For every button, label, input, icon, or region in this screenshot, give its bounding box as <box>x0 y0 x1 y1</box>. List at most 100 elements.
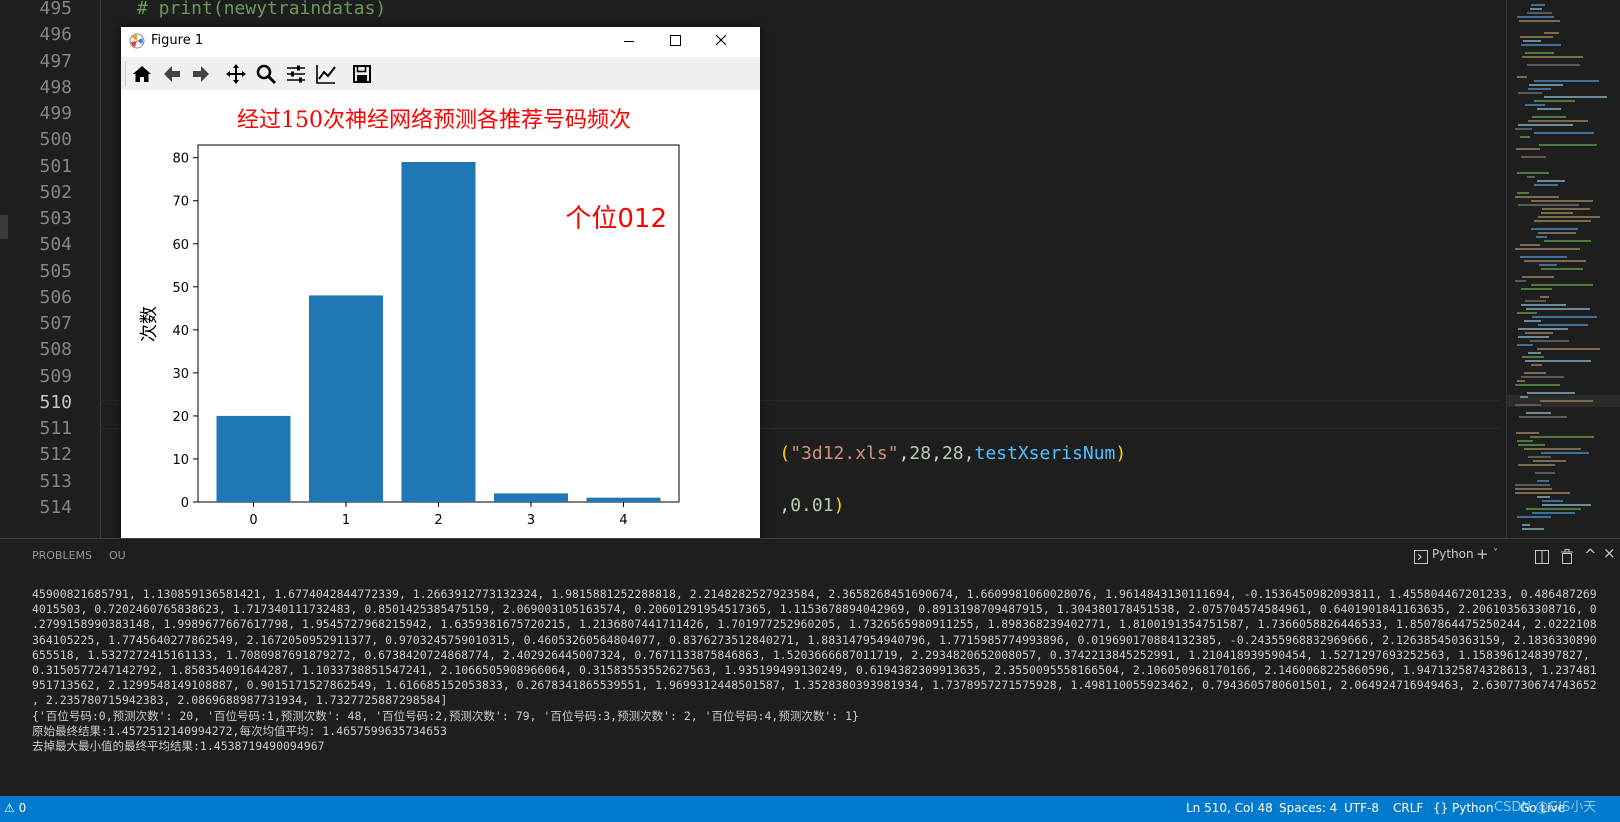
terminal-line: {'百位号码:0,预测次数': 20, '百位号码:1,预测次数': 48, '… <box>32 708 859 723</box>
bar <box>401 162 476 502</box>
problems-count[interactable]: ⚠ 0 <box>4 801 26 815</box>
edit-axis-icon[interactable] <box>315 63 337 85</box>
minimap-line <box>1517 440 1533 442</box>
chart-annotation: 个位012 <box>565 204 667 234</box>
tab-output[interactable]: OU <box>109 549 126 562</box>
minimap-line <box>1534 220 1591 222</box>
y-axis-ticks: 0 10 20 30 40 50 60 70 80 <box>172 152 198 511</box>
terminal-line: .2799158990383148, 1.9989677667617798, 1… <box>32 617 1597 632</box>
minimap-line <box>1528 456 1551 458</box>
minimap-line <box>1517 312 1537 314</box>
cursor-position[interactable]: Ln 510, Col 48 <box>1186 801 1273 815</box>
line-number: 514 <box>39 496 72 518</box>
minimap-line <box>1523 40 1541 42</box>
minimap-line <box>1516 148 1540 150</box>
y-tick-label: 0 <box>181 496 189 511</box>
split-terminal-icon[interactable] <box>1535 550 1549 564</box>
figure-window[interactable]: Figure 1 经过150次神经网络预测各推荐号码频次 0 10 20 30 … <box>121 27 760 572</box>
minimap-line <box>1515 404 1541 406</box>
configure-subplots-icon[interactable] <box>285 63 307 85</box>
watermark: CSDN @GIS小天 <box>1494 800 1597 815</box>
end-of-line[interactable]: CRLF <box>1393 801 1423 815</box>
minimap-line <box>1515 488 1552 490</box>
bar <box>494 493 568 502</box>
terminal-type-label[interactable]: Python <box>1432 547 1474 561</box>
language-mode[interactable]: Python <box>1452 801 1494 815</box>
close-button[interactable] <box>698 27 744 57</box>
minimap-line <box>1534 184 1558 186</box>
minimap-line <box>1532 116 1566 118</box>
minimap-line <box>1531 364 1542 366</box>
minimap-line <box>1525 52 1554 54</box>
terminal-line: 45900821685791, 1.130859136581421, 1.677… <box>32 587 1597 601</box>
minimap-line <box>1525 332 1553 334</box>
figure-canvas[interactable]: 经过150次神经网络预测各推荐号码频次 0 10 20 30 40 50 60 70 80 0 1… <box>121 90 760 572</box>
minimap-line <box>1544 96 1607 98</box>
close-icon <box>715 34 727 46</box>
minimap-line <box>1515 492 1570 494</box>
terminal-line: , 2.235780715942383, 2.0869688987731934,… <box>32 693 448 708</box>
code-token-string: "3d12.xls" <box>790 443 899 464</box>
minimap-line <box>1517 192 1529 194</box>
line-number: 502 <box>39 181 72 203</box>
maximize-button[interactable] <box>652 27 698 57</box>
back-arrow-icon[interactable] <box>161 63 183 85</box>
pan-icon[interactable] <box>225 63 247 85</box>
code-token-number: 28 <box>909 443 932 464</box>
minimap-line <box>1520 244 1540 246</box>
minimap-line <box>1538 324 1588 326</box>
minimap-line <box>1536 236 1547 238</box>
minimap-line <box>1515 484 1550 486</box>
minimap-line <box>1537 108 1561 110</box>
minimap-line <box>1539 264 1557 266</box>
braces-icon: {} <box>1433 801 1449 815</box>
minimap-line <box>1527 176 1535 178</box>
minimap-line <box>1538 216 1600 218</box>
chevron-down-icon[interactable]: ˅ <box>1493 548 1498 559</box>
x-tick-label: 2 <box>434 513 442 528</box>
minimize-button[interactable] <box>606 27 652 57</box>
home-icon[interactable] <box>131 63 153 85</box>
terminal-line: 364105225, 1.7745640277862549, 2.1672050… <box>32 632 1597 647</box>
minimap-line <box>1517 380 1525 382</box>
add-terminal-icon[interactable]: + <box>1476 545 1489 563</box>
close-panel-icon[interactable]: × <box>1603 544 1616 562</box>
code-token: , <box>931 443 942 464</box>
minimap-line <box>1533 460 1566 462</box>
save-icon[interactable] <box>351 63 373 85</box>
minimap-line <box>1534 80 1599 82</box>
figure-titlebar[interactable]: Figure 1 <box>121 27 760 57</box>
minimap-line <box>1528 120 1588 122</box>
y-tick-label: 10 <box>172 453 189 468</box>
trash-icon[interactable] <box>1560 549 1574 564</box>
minimap-line <box>1530 340 1569 342</box>
minimap-line <box>1515 384 1560 386</box>
terminal-output[interactable]: 45900821685791, 1.130859136581421, 1.677… <box>32 587 1618 754</box>
file-encoding[interactable]: UTF-8 <box>1344 801 1379 815</box>
minimap-line <box>1520 396 1528 398</box>
forward-arrow-icon[interactable] <box>190 63 212 85</box>
minimap-line <box>1529 84 1563 86</box>
minimap-line <box>1520 136 1530 138</box>
code-line-495[interactable]: # print(newytraindatas) <box>137 0 386 22</box>
code-token: ( <box>779 443 791 464</box>
terminal-line: 原始最终结果:1.4572512140994272,每次均值平均: 1.4657… <box>32 723 447 738</box>
minimap[interactable] <box>1506 0 1620 538</box>
line-number: 503 <box>39 208 72 229</box>
maximize-panel-icon[interactable]: ^ <box>1584 546 1597 564</box>
minimap-line <box>1531 4 1545 6</box>
minimap-line <box>1537 496 1550 498</box>
indent-guide <box>100 0 101 538</box>
status-bar: ⚠ 0 Ln 510, Col 48 Spaces: 4 UTF-8 CRLF … <box>0 796 1620 822</box>
indentation-setting[interactable]: Spaces: 4 <box>1279 801 1337 815</box>
terminal-line: 655518, 1.5327272415161133, 1.7080987691… <box>32 647 1590 662</box>
zoom-icon[interactable] <box>255 63 277 85</box>
line-number: 512 <box>39 444 72 466</box>
line-number-gutter: 495 496 497 498 499 500 501 502 503 504 505 506 507 5… <box>0 0 100 538</box>
minimap-line <box>1520 36 1553 38</box>
tab-problems[interactable]: PROBLEMS <box>32 549 92 562</box>
minimap-line <box>1518 464 1555 466</box>
minimap-line <box>1518 124 1573 126</box>
code-token: , <box>779 495 791 516</box>
minimap-line <box>1521 376 1564 378</box>
